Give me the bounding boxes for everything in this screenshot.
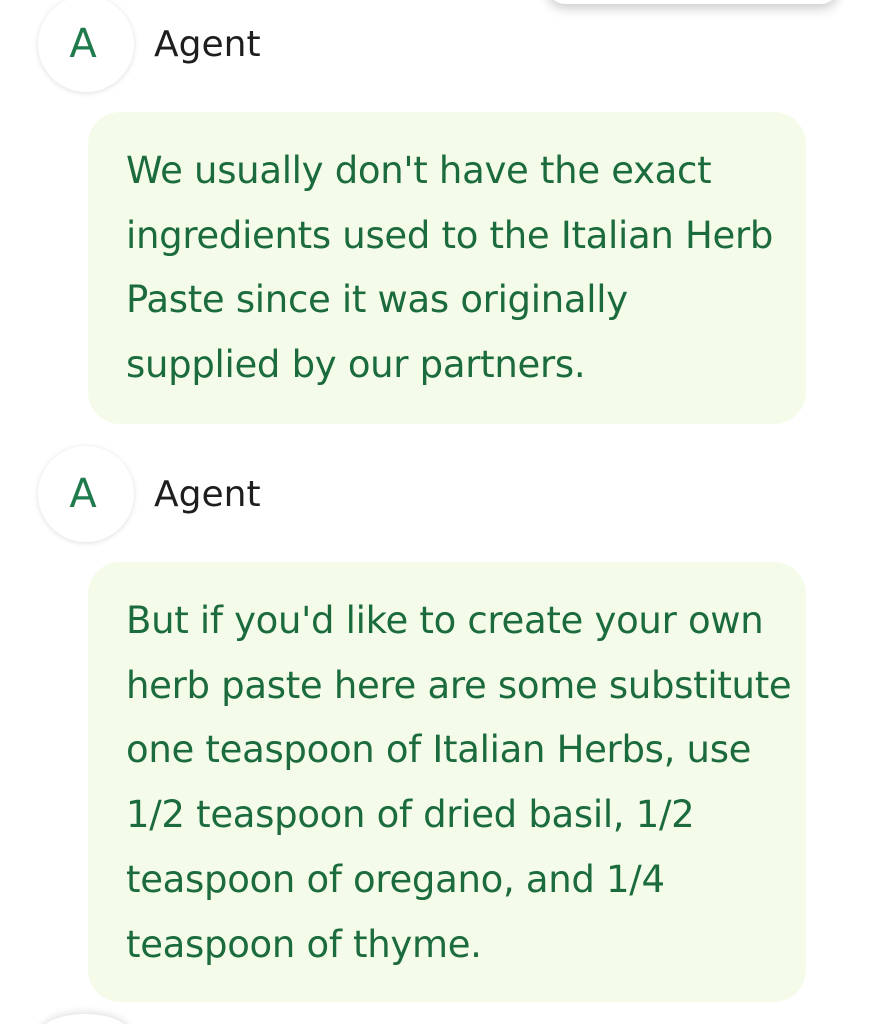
message-line: But if you'd like to create your own [126,599,764,642]
message-header: A Agent [38,446,261,542]
next-avatar-edge [40,1014,130,1024]
message-line: Paste since it was originally [126,278,628,322]
sender-name: Agent [154,473,261,515]
message-line: supplied by our partners. [126,343,586,387]
avatar: A [38,446,134,542]
floating-element-edge [548,0,838,4]
avatar: A [38,0,134,92]
message-line: teaspoon of thyme. [126,922,482,966]
message-line: 1/2 teaspoon of dried basil, 1/2 [126,793,695,837]
message-line: one teaspoon of Italian Herbs, use [126,728,752,772]
message-line: teaspoon of oregano, and 1/4 [126,857,665,901]
message-bubble: But if you'd like to create your own her… [88,562,806,1002]
chat-screen: A Agent We usually don't have the exact … [0,0,882,1024]
message-line: We usually don't have the exact [126,149,712,192]
message-header: A Agent [38,0,261,92]
sender-name: Agent [154,23,261,65]
message-line: herb paste here are some substitute [126,663,792,707]
message-bubble: We usually don't have the exact ingredie… [88,112,806,424]
message-line: ingredients used to the Italian Herb [126,213,774,257]
